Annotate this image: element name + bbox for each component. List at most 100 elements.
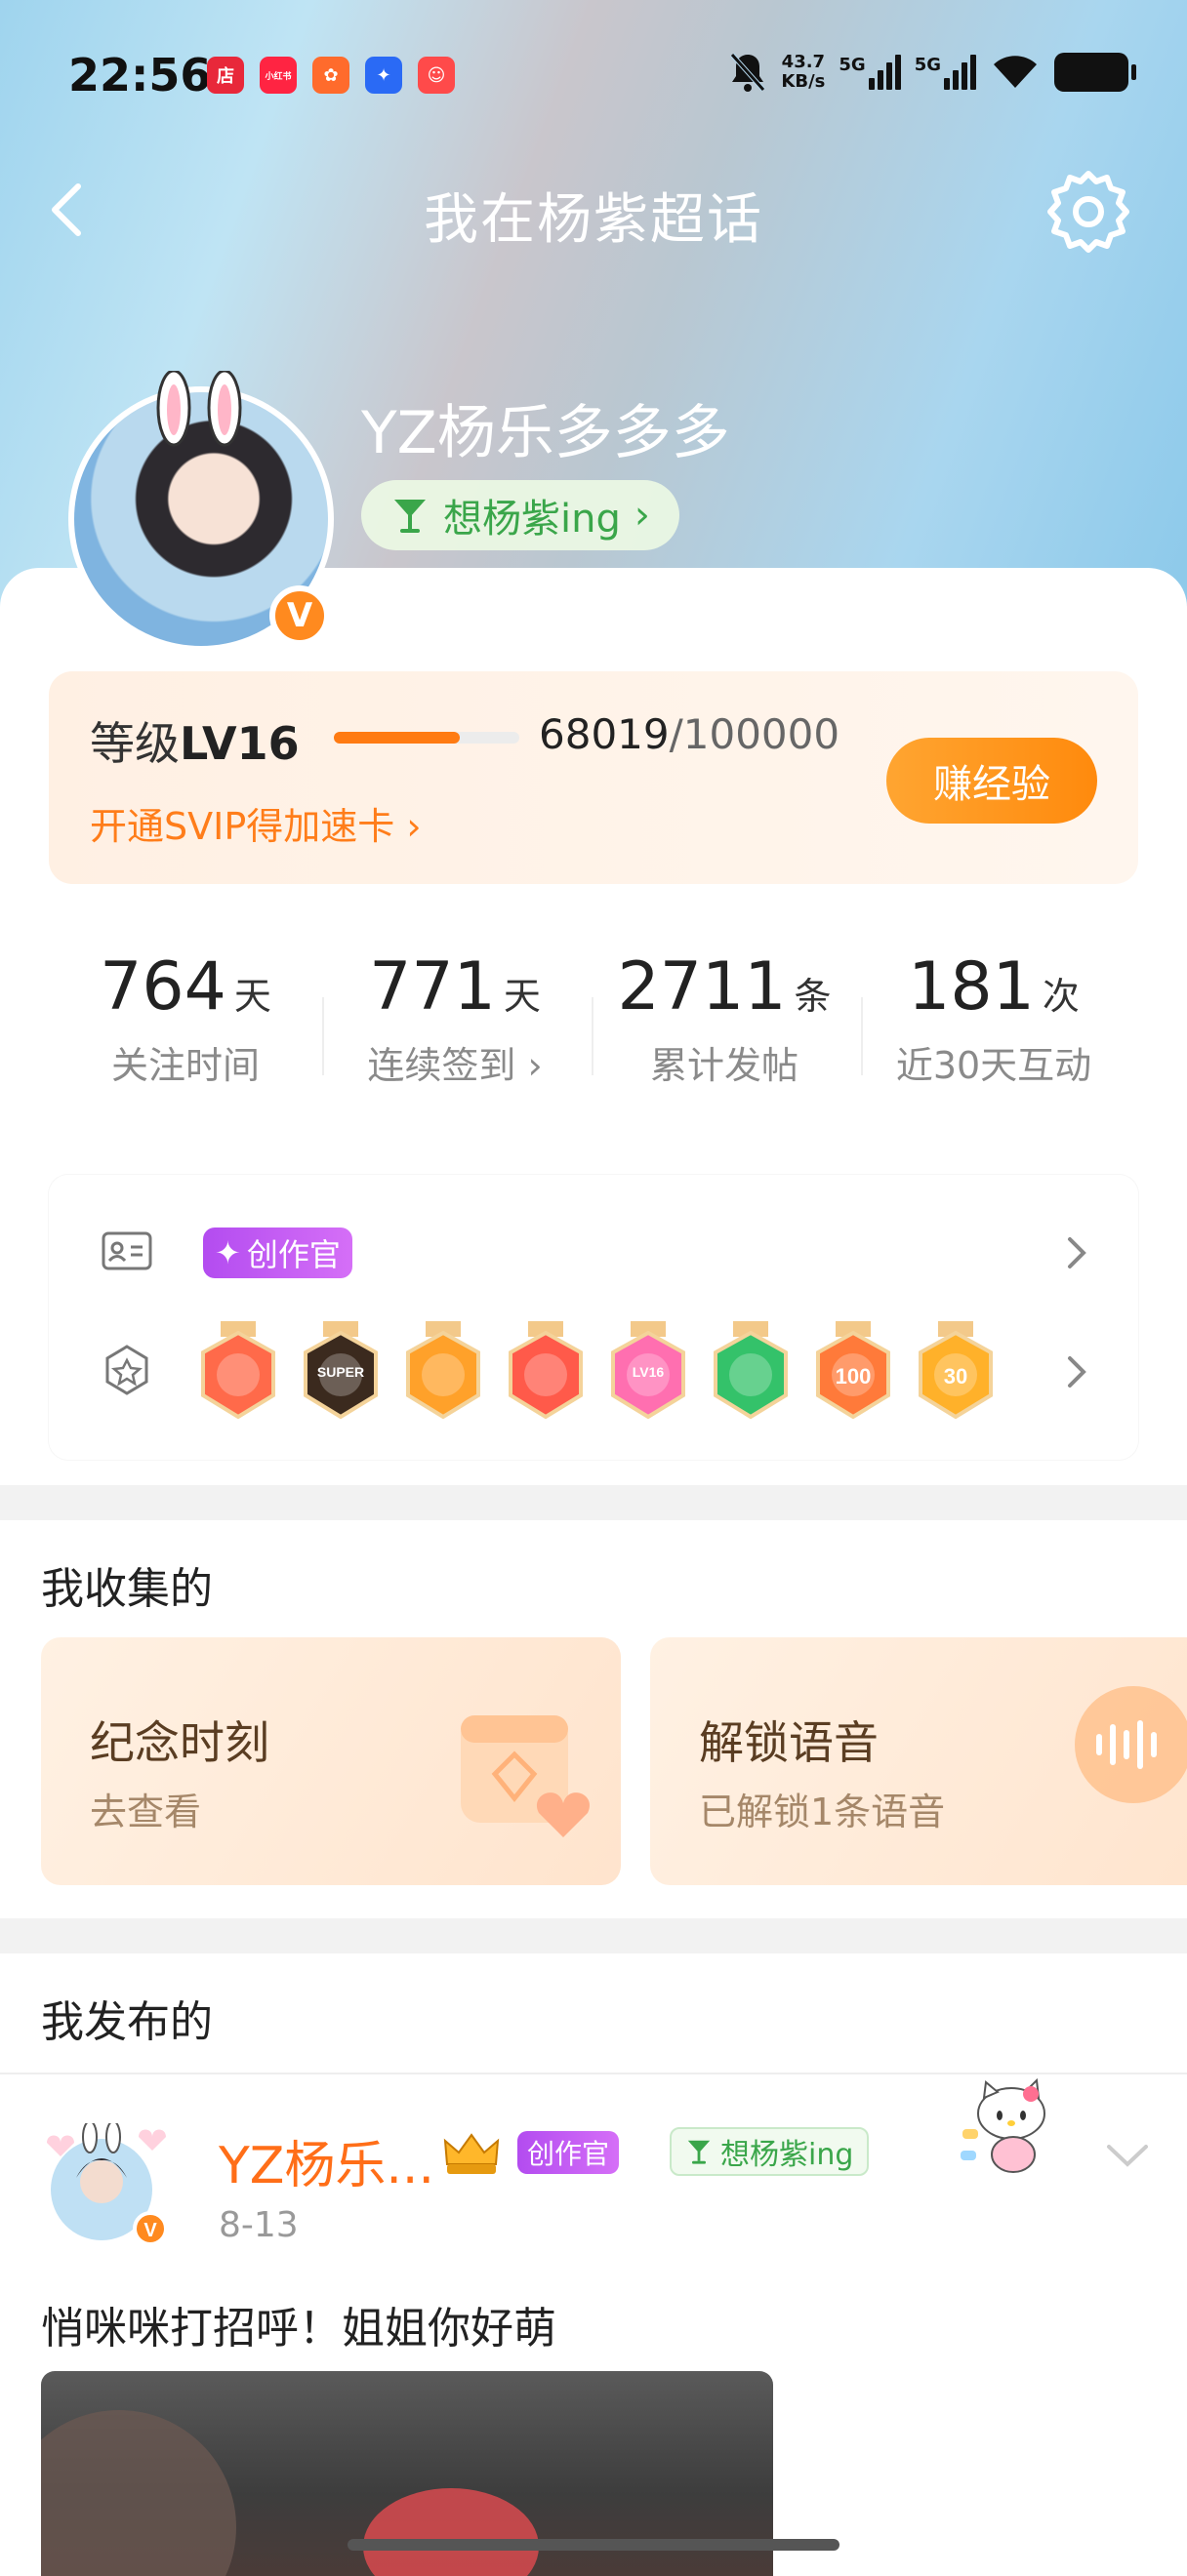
level-progress-bar bbox=[334, 732, 519, 744]
post-image-content bbox=[363, 2488, 539, 2576]
card-subtitle: 已解锁1条语音 bbox=[699, 1791, 946, 1833]
fan-tag-pill[interactable]: 想杨紫ing › bbox=[361, 480, 679, 550]
stat-interactions: 181 次 近30天互动 bbox=[859, 948, 1128, 1089]
section-gap bbox=[0, 1485, 1187, 1520]
chevron-down-icon[interactable] bbox=[1103, 2141, 1152, 2170]
section-title: 我收集的 bbox=[41, 1564, 213, 1614]
network-type-1: 5G bbox=[839, 55, 866, 75]
app-icon-4: ✦ bbox=[365, 57, 402, 94]
username: YZ杨乐多多多 bbox=[361, 399, 730, 467]
app-icon-5: ☺ bbox=[418, 57, 455, 94]
post-fan-tag[interactable]: 想杨紫ing bbox=[670, 2127, 870, 2176]
settings-gear-icon[interactable] bbox=[1044, 168, 1132, 256]
cocktail-tag-icon bbox=[687, 2140, 711, 2164]
stat-posts: 2711 条 累计发帖 bbox=[590, 948, 859, 1089]
medal-30-days-icon[interactable]: 30 bbox=[915, 1321, 997, 1423]
level-progress-fill bbox=[334, 732, 461, 744]
stat-value: 764 bbox=[100, 948, 226, 1026]
post-text: 悄咪咪打招呼！姐姐你好萌 bbox=[41, 2304, 556, 2354]
progress-total: /100000 bbox=[669, 710, 840, 758]
divider bbox=[322, 997, 324, 1075]
medal-icon bbox=[105, 1345, 148, 1395]
cocktail-tag-icon bbox=[394, 500, 426, 533]
memory-moments-card[interactable]: 纪念时刻 去查看 bbox=[41, 1637, 621, 1885]
stat-label: 关注时间 bbox=[110, 1044, 260, 1087]
stat-follow-time: 764 天 关注时间 bbox=[51, 948, 320, 1089]
app-icon-3: ✿ bbox=[312, 57, 349, 94]
creator-badge[interactable]: ✦ 创作官 bbox=[203, 1228, 352, 1278]
network-speed: 43.7 KB/s bbox=[781, 53, 825, 92]
card-title: 解锁语音 bbox=[699, 1716, 879, 1769]
voice-wave-icon bbox=[1075, 1686, 1187, 1803]
speed-unit: KB/s bbox=[781, 71, 826, 92]
crown-badge-icon bbox=[443, 2133, 500, 2174]
medal-mascot-2-icon[interactable] bbox=[505, 1321, 587, 1423]
medal-mascot-icon[interactable] bbox=[197, 1321, 279, 1423]
status-time: 22:56 bbox=[68, 49, 212, 101]
signal-bars-icon bbox=[944, 55, 976, 90]
post-tag-label: 想杨紫ing bbox=[720, 2138, 854, 2172]
stat-unit: 次 bbox=[1042, 975, 1080, 1018]
section-gap bbox=[0, 1918, 1187, 1953]
medal-30-days-text: 30 bbox=[943, 1364, 968, 1389]
shop-app-icon: 店 bbox=[207, 57, 244, 94]
stats-row: 764 天 关注时间 771 天 连续签到 › 2711 条 累计发帖 181 次 近3… bbox=[0, 948, 1187, 1114]
medal-lv16-text: LV16 bbox=[632, 1364, 665, 1380]
calendar-heart-icon bbox=[461, 1715, 591, 1837]
divider bbox=[861, 997, 863, 1075]
level-progress-text: 68019/100000 bbox=[539, 710, 839, 758]
rocket-icon: ✦ bbox=[215, 1234, 241, 1271]
svg-text:V: V bbox=[143, 2220, 157, 2241]
chevron-right-icon[interactable] bbox=[1062, 1352, 1091, 1391]
stat-value: 181 bbox=[908, 948, 1035, 1026]
section-title: 我发布的 bbox=[41, 1997, 213, 2047]
battery-icon bbox=[1054, 53, 1136, 92]
mute-bell-icon bbox=[730, 53, 766, 92]
svip-promo-link[interactable]: 开通SVIP得加速卡 › bbox=[90, 796, 422, 850]
home-indicator[interactable] bbox=[348, 2539, 839, 2551]
status-bar: 22:56 店 小红书 ✿ ✦ ☺ 43.7 KB/s 5G 5G bbox=[0, 0, 1187, 156]
level-card: 等级LV16 68019/100000 开通SVIP得加速卡 › 赚经验 bbox=[49, 671, 1138, 884]
progress-current: 68019 bbox=[539, 710, 670, 758]
medal-hand-icon[interactable] bbox=[710, 1321, 792, 1423]
creator-label: 创作官 bbox=[246, 1236, 341, 1273]
wifi-icon bbox=[994, 56, 1037, 88]
card-title: 纪念时刻 bbox=[90, 1716, 269, 1769]
stat-unit: 天 bbox=[233, 975, 271, 1018]
medal-super-icon[interactable]: SUPER bbox=[300, 1321, 382, 1423]
post-author-avatar[interactable]: V bbox=[41, 2120, 178, 2250]
collection-section: 我收集的 纪念时刻 去查看 解锁语音 已解锁1条语音 bbox=[0, 1520, 1187, 1918]
fan-tag-label: 想杨紫ing bbox=[443, 497, 621, 542]
network-type-2: 5G bbox=[914, 55, 941, 75]
earn-exp-button[interactable]: 赚经验 bbox=[886, 738, 1097, 824]
stat-unit: 天 bbox=[503, 975, 541, 1018]
speed-value: 43.7 bbox=[781, 52, 826, 72]
medal-100-days-text: 100 bbox=[835, 1364, 872, 1389]
post-author-name[interactable]: YZ杨乐... bbox=[219, 2124, 434, 2197]
card-subtitle: 去查看 bbox=[90, 1791, 202, 1833]
level-value: LV16 bbox=[180, 717, 300, 770]
stat-label: 连续签到 › bbox=[367, 1044, 543, 1087]
chevron-right-icon[interactable] bbox=[1062, 1233, 1091, 1272]
id-card-icon bbox=[102, 1231, 152, 1270]
bunny-ears-decoration bbox=[156, 371, 242, 447]
unlock-voice-card[interactable]: 解锁语音 已解锁1条语音 bbox=[650, 1637, 1187, 1885]
post-date: 8-13 bbox=[219, 2205, 299, 2245]
xiaohongshu-app-icon: 小红书 bbox=[260, 57, 297, 94]
level-prefix: 等级 bbox=[90, 717, 180, 770]
medal-super-text: SUPER bbox=[316, 1364, 365, 1380]
signal-2: 5G bbox=[915, 55, 976, 90]
stat-label: 累计发帖 bbox=[649, 1044, 798, 1087]
post-creator-badge[interactable]: 创作官 bbox=[517, 2131, 620, 2174]
medal-lv16-icon[interactable]: LV16 bbox=[607, 1321, 689, 1423]
stat-checkin[interactable]: 771 天 连续签到 › bbox=[320, 948, 590, 1089]
stat-value: 771 bbox=[369, 948, 496, 1026]
stat-label: 近30天互动 bbox=[895, 1044, 1092, 1087]
page-title: 我在杨紫超话 bbox=[424, 188, 763, 252]
verified-badge: V bbox=[269, 585, 330, 646]
my-posts-section: 我发布的 V YZ杨乐... 创作官 想杨紫ing 8-13 悄咪咪打招呼！姐姐… bbox=[0, 1953, 1187, 2576]
badges-card: ✦ 创作官 SUPER LV16 100 30 bbox=[49, 1175, 1138, 1460]
medal-100-days-icon[interactable]: 100 bbox=[812, 1321, 894, 1423]
chevron-right-icon: › bbox=[634, 493, 650, 538]
medal-crown-icon[interactable] bbox=[402, 1321, 484, 1423]
